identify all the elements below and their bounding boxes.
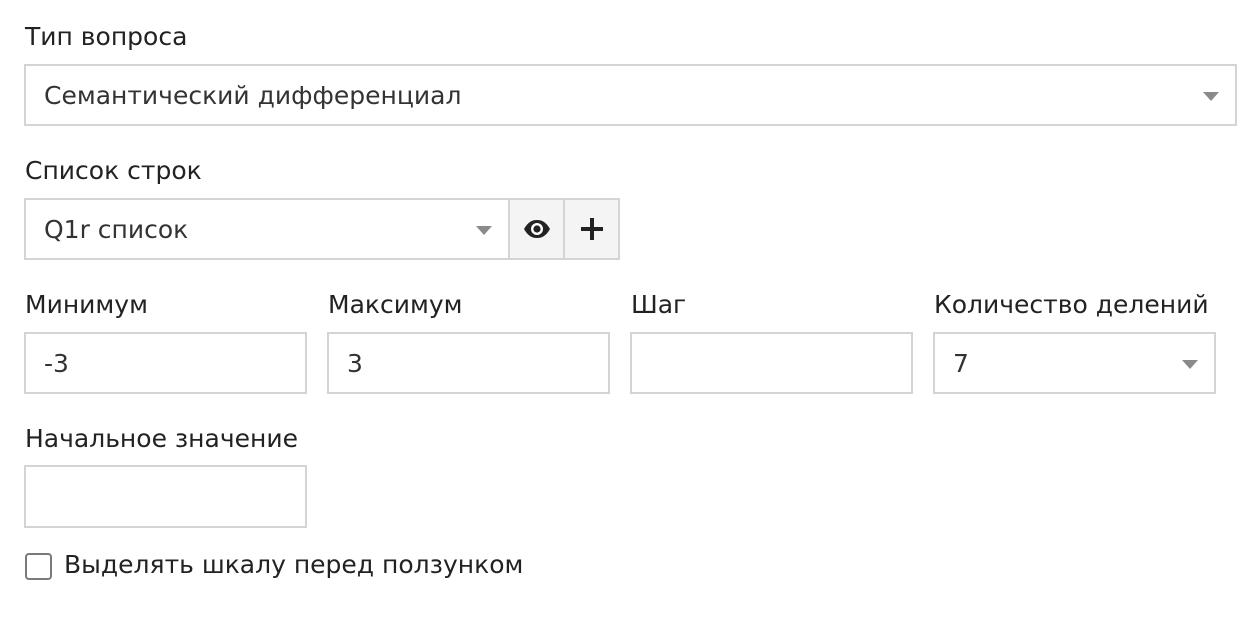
divisions-value: 7	[953, 348, 969, 378]
eye-icon	[523, 220, 550, 238]
question-type-value: Семантический дифференциал	[44, 80, 462, 110]
minimum-value: -3	[44, 348, 69, 378]
highlight-scale-label[interactable]: Выделять шкалу перед ползунком	[64, 550, 523, 580]
row-list-value: Q1r список	[44, 214, 189, 244]
divisions-select[interactable]: 7	[933, 332, 1216, 394]
step-input[interactable]	[630, 332, 913, 394]
chevron-down-icon	[476, 226, 492, 235]
row-list-select[interactable]: Q1r список	[24, 198, 510, 260]
view-list-button[interactable]	[508, 198, 565, 260]
minimum-input[interactable]: -3	[24, 332, 307, 394]
add-list-button[interactable]	[563, 198, 620, 260]
chevron-down-icon	[1182, 360, 1198, 369]
maximum-value: 3	[347, 348, 363, 378]
question-type-label: Тип вопроса	[25, 22, 188, 51]
highlight-scale-checkbox[interactable]	[25, 553, 52, 580]
plus-icon	[580, 218, 603, 240]
initial-value-input[interactable]	[24, 465, 307, 528]
row-list-label: Список строк	[25, 156, 202, 185]
initial-value-label: Начальное значение	[25, 424, 298, 453]
step-label: Шаг	[631, 290, 687, 319]
divisions-label: Количество делений	[934, 290, 1209, 319]
question-type-select[interactable]: Семантический дифференциал	[24, 64, 1237, 126]
maximum-input[interactable]: 3	[327, 332, 610, 394]
maximum-label: Максимум	[328, 290, 463, 319]
minimum-label: Минимум	[25, 290, 148, 319]
chevron-down-icon	[1203, 92, 1219, 101]
